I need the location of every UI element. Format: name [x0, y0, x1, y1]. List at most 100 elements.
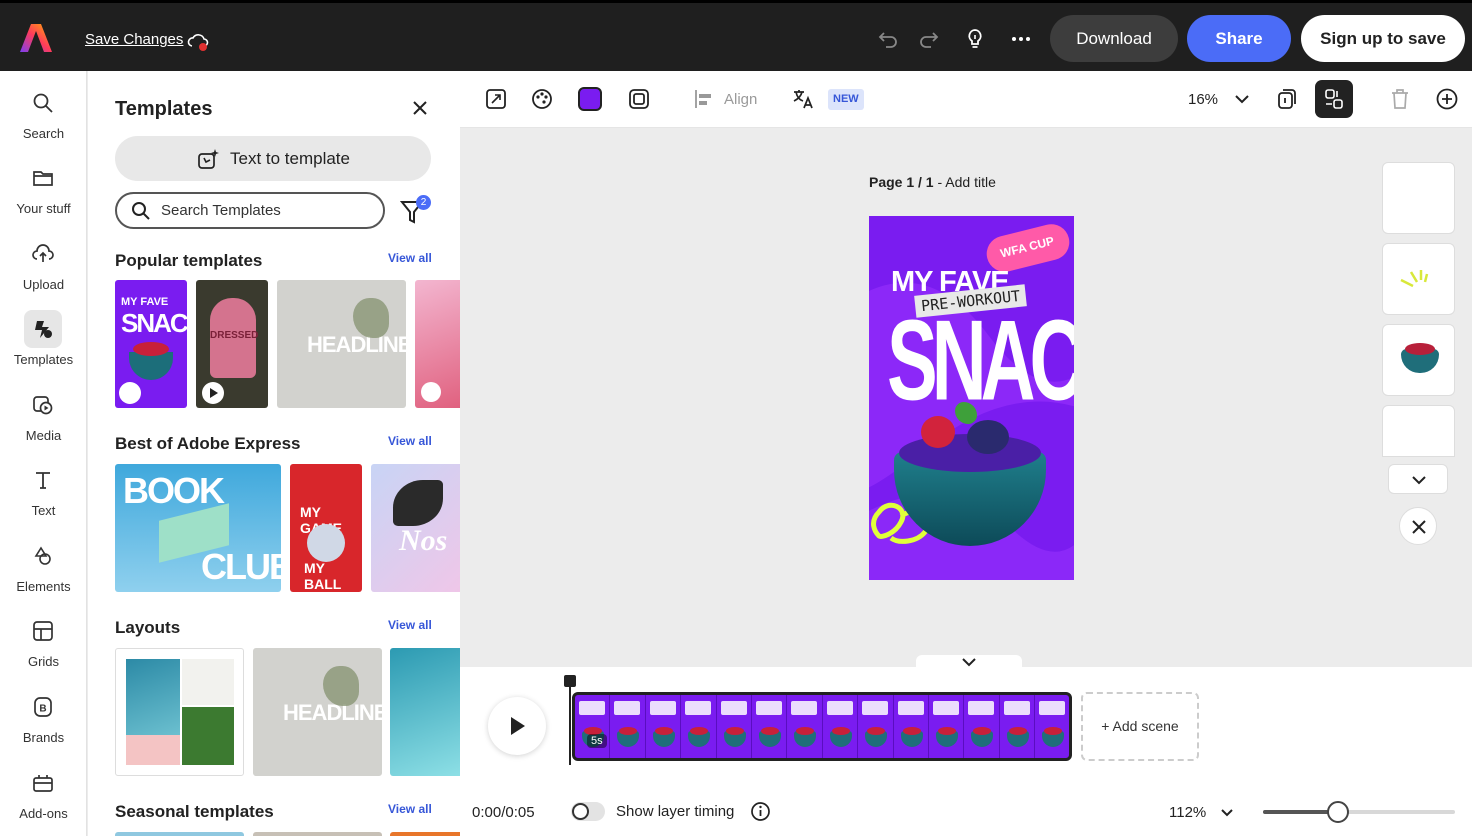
- scene-thumb-3[interactable]: [1382, 324, 1455, 396]
- zoom-level[interactable]: 16%: [1188, 91, 1218, 108]
- brands-icon: B: [28, 692, 58, 722]
- scroll-down-button[interactable]: [1388, 464, 1448, 494]
- scene-frame: [894, 695, 929, 758]
- redo-icon[interactable]: [917, 27, 941, 51]
- template-thumb-pink[interactable]: [415, 280, 460, 408]
- search-templates-box[interactable]: [115, 192, 385, 229]
- timeline-collapse-tab[interactable]: [916, 655, 1022, 669]
- add-scene-button[interactable]: + Add scene: [1081, 692, 1199, 761]
- scene-frame: [752, 695, 788, 758]
- section-title-layouts: Layouts: [115, 618, 181, 637]
- search-icon: [28, 88, 58, 118]
- layout-thumb-headline[interactable]: HEADLINE: [253, 648, 382, 776]
- trash-icon[interactable]: [1388, 87, 1412, 111]
- new-badge: NEW: [828, 89, 864, 110]
- rail-item-label: Elements: [16, 579, 71, 594]
- rail-item-upload[interactable]: Upload: [0, 239, 87, 309]
- search-templates-input[interactable]: [161, 202, 361, 219]
- seasonal-thumb-2[interactable]: [253, 832, 382, 836]
- rail-item-your-stuff[interactable]: Your stuff: [0, 163, 87, 233]
- more-icon[interactable]: [1009, 27, 1033, 51]
- template-thumb-headline[interactable]: HEADLINE: [277, 280, 406, 408]
- page-title-input[interactable]: Add title: [945, 174, 996, 190]
- timeline-zoom-level[interactable]: 112%: [1169, 804, 1206, 821]
- rail-item-media[interactable]: Media: [0, 390, 87, 460]
- butterfly-shape: [393, 480, 443, 526]
- info-icon[interactable]: [750, 801, 771, 822]
- layout-thumb-ocean-leaf[interactable]: [115, 648, 244, 776]
- resize-icon[interactable]: [484, 87, 508, 111]
- fruit-shape: [133, 342, 169, 356]
- template-thumb-butterfly[interactable]: Nos: [371, 464, 460, 592]
- text-to-template-button[interactable]: Text to template: [115, 136, 431, 181]
- close-panel-button[interactable]: [1399, 507, 1437, 545]
- view-all-layouts-link[interactable]: View all: [388, 618, 432, 632]
- rail-item-label: Search: [22, 126, 65, 141]
- download-button[interactable]: Download: [1050, 15, 1178, 62]
- playhead[interactable]: [569, 677, 571, 765]
- view-all-popular-link[interactable]: View all: [388, 251, 432, 265]
- rail-item-grids[interactable]: Grids: [0, 616, 87, 686]
- page-label: Page 1 / 1 - Add title: [869, 174, 996, 190]
- template-thumb-dressed[interactable]: DRESSED: [196, 280, 268, 408]
- layout-thumb-ocean[interactable]: [390, 648, 460, 776]
- sign-up-button[interactable]: Sign up to save: [1301, 15, 1465, 62]
- scene-thumb-2[interactable]: [1382, 243, 1455, 315]
- palette-icon[interactable]: [530, 87, 554, 111]
- animated-badge-icon: [119, 382, 141, 404]
- scene-thumb-4[interactable]: [1382, 405, 1455, 457]
- save-changes-link[interactable]: Save Changes: [85, 31, 183, 48]
- adobe-logo-icon[interactable]: [20, 23, 52, 53]
- rail-item-search[interactable]: Search: [0, 88, 87, 158]
- layers-icon: [1325, 89, 1343, 109]
- layer-timing-toggle[interactable]: [571, 802, 605, 821]
- thumb-text: CLUB: [201, 546, 281, 587]
- layers-button[interactable]: [1315, 80, 1353, 118]
- lightbulb-icon[interactable]: [963, 27, 987, 51]
- translate-icon[interactable]: [791, 87, 815, 111]
- design-artboard[interactable]: WFA CUP MY FAVE PRE-WORKOUT SNACK: [869, 216, 1074, 580]
- rail-item-templates[interactable]: Templates: [0, 310, 87, 384]
- templates-panel: Templates Text to template 2 Popular tem…: [88, 71, 460, 836]
- section-title-popular: Popular templates: [115, 251, 263, 270]
- play-button[interactable]: [488, 697, 546, 755]
- scene-frame: [787, 695, 823, 758]
- scene-frame: [681, 695, 717, 758]
- scene-frame: [575, 695, 611, 758]
- rail-item-text[interactable]: Text: [0, 465, 87, 535]
- elements-icon: [28, 541, 58, 571]
- addons-icon: [28, 768, 58, 798]
- share-button[interactable]: Share: [1187, 15, 1291, 62]
- view-all-best-link[interactable]: View all: [388, 434, 432, 448]
- seasonal-thumb-1[interactable]: [115, 832, 244, 836]
- close-icon[interactable]: [410, 98, 430, 118]
- grids-icon: [28, 616, 58, 646]
- align-label[interactable]: Align: [724, 91, 757, 108]
- scene-track[interactable]: [572, 692, 1072, 761]
- time-readout: 0:00/0:05: [472, 804, 535, 821]
- template-thumb-my-game[interactable]: MY GAME MY BALL: [290, 464, 362, 592]
- play-icon: [511, 717, 525, 735]
- template-thumb-book-club[interactable]: BOOK CLUB: [115, 464, 281, 592]
- chevron-down-icon[interactable]: [1230, 87, 1254, 111]
- align-icon[interactable]: [692, 87, 716, 111]
- undo-icon[interactable]: [876, 27, 900, 51]
- rail-item-add-ons[interactable]: Add-ons: [0, 768, 87, 836]
- seasonal-thumb-3[interactable]: [390, 832, 460, 836]
- thumb-text: MY FAVE: [121, 296, 169, 308]
- rail-item-elements[interactable]: Elements: [0, 541, 87, 611]
- add-circle-icon[interactable]: [1435, 87, 1459, 111]
- fill-color-swatch[interactable]: [578, 87, 602, 111]
- chevron-down-icon[interactable]: [1217, 803, 1237, 823]
- rail-item-brands[interactable]: B Brands: [0, 692, 87, 762]
- timeline-zoom-slider-handle[interactable]: [1326, 801, 1349, 823]
- strawberry-image: [921, 416, 955, 448]
- rail-item-label: Brands: [22, 730, 65, 745]
- scene-thumb-1[interactable]: [1382, 162, 1455, 234]
- panel-title: Templates: [115, 98, 213, 120]
- pages-icon[interactable]: [1275, 87, 1299, 111]
- template-thumb-snack[interactable]: MY FAVE SNACK: [115, 280, 187, 408]
- border-icon[interactable]: [627, 87, 651, 111]
- view-all-seasonal-link[interactable]: View all: [388, 802, 432, 816]
- scene-frame: [1000, 695, 1036, 758]
